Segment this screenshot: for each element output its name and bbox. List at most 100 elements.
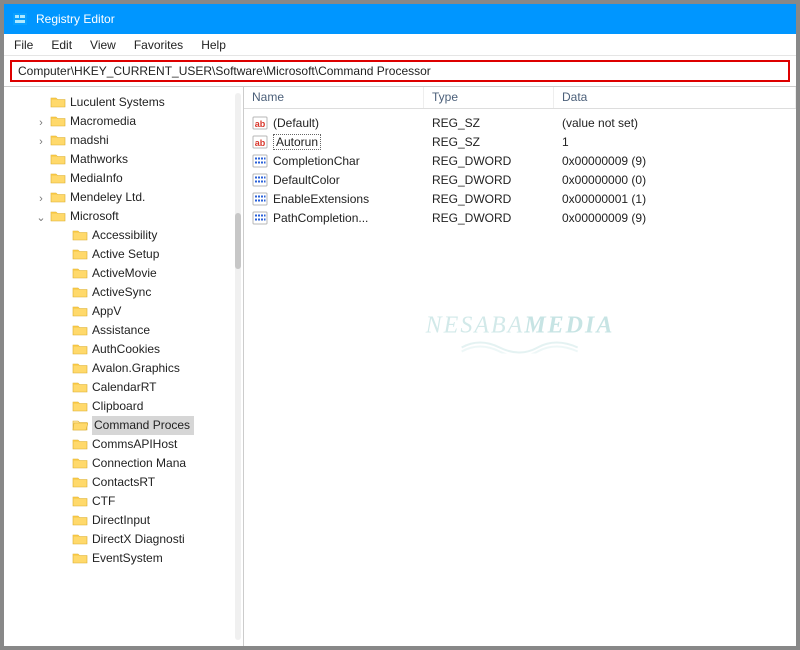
folder-icon <box>72 284 88 300</box>
folder-icon <box>50 208 66 224</box>
tree-item-label: Connection Mana <box>92 456 186 470</box>
menu-edit[interactable]: Edit <box>43 36 80 54</box>
folder-icon <box>50 189 66 205</box>
tree-item[interactable]: Accessibility <box>72 226 243 245</box>
column-header-type[interactable]: Type <box>424 87 554 108</box>
tree-item[interactable]: MediaInfo <box>50 169 243 188</box>
tree-item[interactable]: CommsAPIHost <box>72 435 243 454</box>
tree-item[interactable]: AuthCookies <box>72 340 243 359</box>
tree-item[interactable]: CTF <box>72 492 243 511</box>
tree-item[interactable]: DirectX Diagnosti <box>72 530 243 549</box>
folder-icon <box>72 493 88 509</box>
tree-scrollbar-thumb[interactable] <box>235 213 241 269</box>
tree-item[interactable]: ActiveSync <box>72 283 243 302</box>
regedit-app-icon <box>12 11 28 27</box>
tree-item[interactable]: Mathworks <box>50 150 243 169</box>
value-row[interactable]: EnableExtensionsREG_DWORD0x00000001 (1) <box>244 189 796 208</box>
value-row[interactable]: (Default)REG_SZ(value not set) <box>244 113 796 132</box>
value-name: EnableExtensions <box>273 192 369 206</box>
tree-item[interactable]: Clipboard <box>72 397 243 416</box>
folder-icon <box>72 379 88 395</box>
folder-icon <box>72 531 88 547</box>
value-data: 0x00000000 (0) <box>554 173 796 187</box>
menu-favorites[interactable]: Favorites <box>126 36 191 54</box>
tree-scrollbar[interactable] <box>235 93 241 640</box>
tree-item[interactable]: Avalon.Graphics <box>72 359 243 378</box>
tree-item[interactable]: ›Macromedia <box>50 112 243 131</box>
value-data: 1 <box>554 135 796 149</box>
value-type: REG_DWORD <box>424 154 554 168</box>
tree-item[interactable]: AppV <box>72 302 243 321</box>
tree-item-label: DirectX Diagnosti <box>92 532 185 546</box>
folder-icon <box>72 474 88 490</box>
value-name: DefaultColor <box>273 173 340 187</box>
tree-item-label: DirectInput <box>92 513 150 527</box>
value-list[interactable]: (Default)REG_SZ(value not set)AutorunREG… <box>244 109 796 227</box>
dword-value-icon <box>252 172 268 188</box>
tree-item[interactable]: CalendarRT <box>72 378 243 397</box>
column-header-name[interactable]: Name <box>244 87 424 108</box>
tree-item-label: Avalon.Graphics <box>92 361 180 375</box>
folder-icon <box>72 341 88 357</box>
menu-file[interactable]: File <box>6 36 41 54</box>
tree-item-label: EventSystem <box>92 551 163 565</box>
tree-item[interactable]: Assistance <box>72 321 243 340</box>
tree-item-label: Luculent Systems <box>70 95 165 109</box>
tree-item-label: Accessibility <box>92 228 157 242</box>
tree-item-label: AuthCookies <box>92 342 160 356</box>
value-row[interactable]: AutorunREG_SZ1 <box>244 132 796 151</box>
value-row[interactable]: PathCompletion...REG_DWORD0x00000009 (9) <box>244 208 796 227</box>
value-row[interactable]: CompletionCharREG_DWORD0x00000009 (9) <box>244 151 796 170</box>
tree-item-label: Assistance <box>92 323 150 337</box>
tree-item[interactable]: ›madshi <box>50 131 243 150</box>
tree-pane: Luculent Systems ›Macromedia›madshiMathwo… <box>4 87 244 646</box>
menu-view[interactable]: View <box>82 36 124 54</box>
tree-item[interactable]: DirectInput <box>72 511 243 530</box>
folder-icon <box>50 132 66 148</box>
watermark-text-1: NESABA <box>426 312 525 338</box>
titlebar[interactable]: Registry Editor <box>4 4 796 34</box>
dword-value-icon <box>252 153 268 169</box>
address-bar[interactable]: Computer\HKEY_CURRENT_USER\Software\Micr… <box>10 60 790 82</box>
value-type: REG_DWORD <box>424 173 554 187</box>
tree-item[interactable]: ActiveMovie <box>72 264 243 283</box>
menubar: File Edit View Favorites Help <box>4 34 796 56</box>
tree-item[interactable]: EventSystem <box>72 549 243 568</box>
folder-icon <box>72 417 88 433</box>
tree-item[interactable]: Connection Mana <box>72 454 243 473</box>
value-data: 0x00000001 (1) <box>554 192 796 206</box>
main-area: Luculent Systems ›Macromedia›madshiMathwo… <box>4 86 796 646</box>
list-header: Name Type Data <box>244 87 796 109</box>
value-data: (value not set) <box>554 116 796 130</box>
tree-item-label: ActiveSync <box>92 285 151 299</box>
value-name[interactable]: Autorun <box>273 134 321 150</box>
tree-item-label: Command Proces <box>94 418 190 432</box>
folder-icon <box>72 322 88 338</box>
string-value-icon <box>252 134 268 150</box>
dword-value-icon <box>252 210 268 226</box>
tree-item[interactable]: ⌄Microsoft <box>50 207 243 226</box>
chevron-right-icon[interactable]: › <box>34 114 48 128</box>
tree-item[interactable]: ›Mendeley Ltd. <box>50 188 243 207</box>
value-name: CompletionChar <box>273 154 360 168</box>
tree-item[interactable]: Luculent Systems <box>50 93 243 112</box>
tree-item-label: Clipboard <box>92 399 143 413</box>
menu-help[interactable]: Help <box>193 36 234 54</box>
folder-icon <box>72 265 88 281</box>
folder-icon <box>50 113 66 129</box>
tree-item-label: Mendeley Ltd. <box>70 190 145 204</box>
chevron-down-icon[interactable]: ⌄ <box>34 209 48 223</box>
tree-item[interactable]: ContactsRT <box>72 473 243 492</box>
value-row[interactable]: DefaultColor REG_DWORD0x00000000 (0) <box>244 170 796 189</box>
watermark-wave-icon <box>460 339 580 353</box>
chevron-right-icon[interactable]: › <box>34 133 48 147</box>
column-header-data[interactable]: Data <box>554 87 796 108</box>
tree-item[interactable]: Command Proces <box>72 416 243 435</box>
tree-item[interactable]: Active Setup <box>72 245 243 264</box>
folder-icon <box>72 227 88 243</box>
registry-tree[interactable]: Luculent Systems ›Macromedia›madshiMathwo… <box>4 93 243 568</box>
tree-item-label: CalendarRT <box>92 380 156 394</box>
chevron-right-icon[interactable]: › <box>34 190 48 204</box>
folder-icon <box>72 303 88 319</box>
tree-item-label: AppV <box>92 304 121 318</box>
